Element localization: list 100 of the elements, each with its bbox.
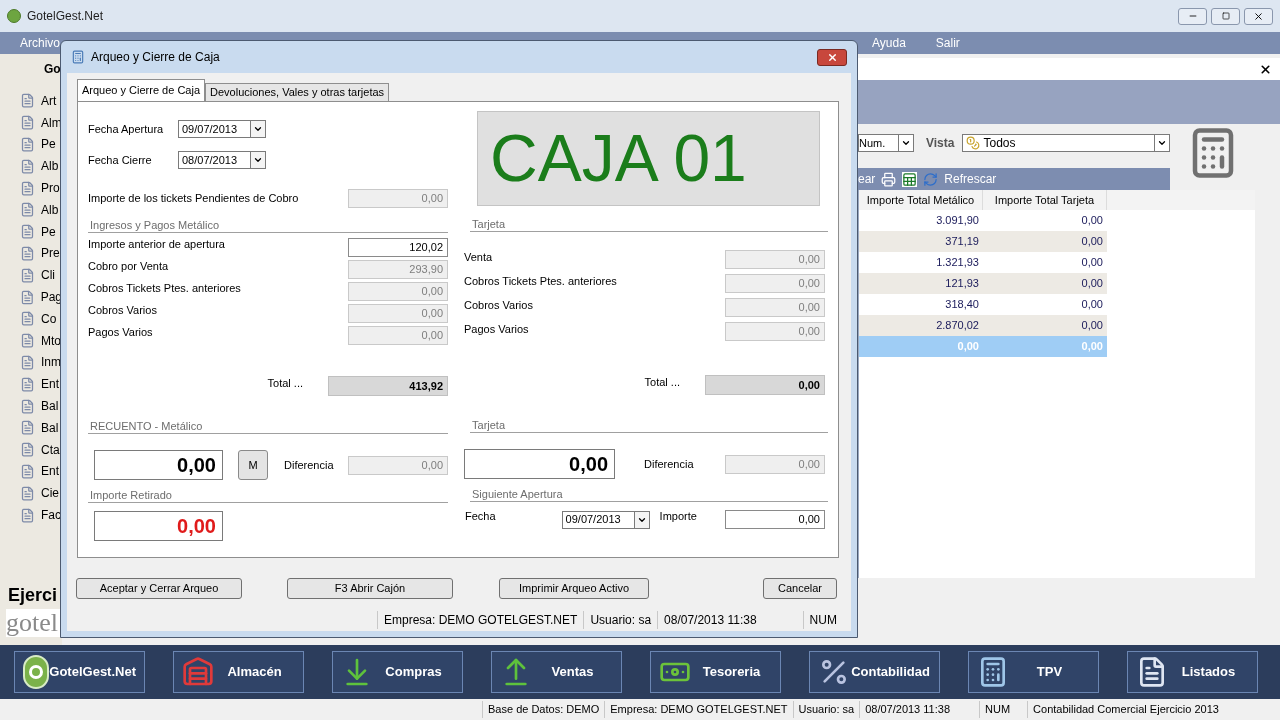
withdrawn-field[interactable]: 0,00 [94, 511, 223, 541]
sort-dropdown[interactable]: Num. [858, 134, 914, 152]
close-icon[interactable] [1259, 62, 1272, 76]
close-button[interactable] [1244, 7, 1273, 25]
status-text: 08/07/2013 11:38 [657, 611, 763, 629]
sidebar-item[interactable]: Mto [0, 329, 62, 352]
sidebar-item[interactable]: Co [0, 307, 62, 330]
table-cell-text: 0,00 [1080, 213, 1104, 229]
document-icon [20, 485, 35, 501]
field-label: Cobros Tickets Ptes. anteriores [464, 273, 617, 289]
sidebar-item[interactable]: Ent [0, 460, 62, 483]
table-cell-text: 0,00 [956, 339, 980, 355]
module-button[interactable]: Tesoreria [650, 651, 781, 693]
count-field[interactable]: 0,00 [94, 450, 223, 480]
close-button[interactable] [817, 48, 847, 66]
sidebar-item[interactable]: Alb [0, 155, 62, 178]
table-cell-text: 0,00 [1080, 339, 1104, 355]
view-dropdown[interactable]: Todos [962, 134, 1170, 152]
date-dropdown[interactable]: 08/07/2013 [178, 151, 266, 169]
total-field: 413,92 [328, 376, 448, 396]
sidebar-item[interactable]: Ent [0, 373, 62, 396]
field-label: Diferencia [284, 457, 334, 473]
module-button[interactable]: Ventas [491, 651, 622, 693]
count-field[interactable]: 0,00 [464, 449, 615, 479]
table-cell-text: 0,00 [1080, 234, 1104, 250]
sidebar-item[interactable]: Bal [0, 395, 62, 417]
document-icon [20, 224, 35, 240]
field-label: Importe de los tickets Pendientes de Cobro [88, 191, 299, 207]
cash-register-display: CAJA 01 [477, 111, 820, 206]
module-button[interactable]: GotelGest.Net [14, 651, 145, 693]
section-header: Tarjeta [470, 419, 828, 433]
dialog-button[interactable]: Aceptar y Cerrar Arqueo [76, 578, 242, 599]
field-label: Cobros Varios [88, 303, 157, 319]
field-label: Venta [464, 249, 493, 265]
sidebar-item[interactable]: Cta [0, 438, 62, 461]
sidebar-item[interactable]: Fac [0, 504, 62, 526]
document-icon [20, 137, 35, 152]
document-icon [20, 245, 35, 261]
spreadsheet-icon[interactable] [902, 171, 918, 187]
status-text: Base de Datos: DEMO [482, 701, 605, 718]
document-icon [20, 180, 35, 196]
sidebar-item[interactable]: Cie [0, 482, 62, 505]
sidebar-item[interactable]: Pe [0, 220, 62, 243]
dialog-title: Arqueo y Cierre de Caja [91, 49, 220, 66]
field-label: Fecha Cierre [88, 152, 153, 168]
module-button[interactable]: Contabilidad [809, 651, 940, 693]
amount-field[interactable]: 0,00 [725, 454, 825, 474]
sidebar-item[interactable]: Bal [0, 416, 62, 439]
status-text: Empresa: DEMO GOTELGEST.NET [604, 701, 793, 718]
amount-field[interactable]: 0,00 [725, 510, 825, 529]
print-icon[interactable] [881, 171, 897, 187]
total-label: Total ... [644, 375, 680, 391]
sidebar-item[interactable]: Alb [0, 199, 62, 221]
status-text: Usuario: sa [583, 611, 658, 629]
sidebar-item[interactable]: Pe [0, 133, 62, 156]
document-icon [20, 420, 35, 436]
table-cell-text: 2.870,02 [935, 318, 980, 334]
sidebar-item[interactable]: Art [0, 90, 62, 112]
minimize-button[interactable] [1178, 7, 1207, 25]
total-label: Total ... [267, 376, 303, 392]
sidebar-item[interactable]: Cli [0, 264, 62, 287]
document-icon [20, 463, 35, 479]
document-icon [20, 115, 35, 131]
sidebar-heading: Go [44, 61, 62, 78]
field-label: Importe anterior de apertura [88, 237, 225, 253]
sidebar-item[interactable]: Inm [0, 351, 62, 374]
dialog-button[interactable]: Imprimir Arqueo Activo [499, 578, 649, 599]
table-cell-text: 318,40 [944, 297, 980, 313]
module-button[interactable]: Compras [332, 651, 463, 693]
tab[interactable]: Arqueo y Cierre de Caja [77, 79, 205, 101]
coins-icon [966, 136, 981, 150]
field-label: Diferencia [644, 456, 694, 472]
dialog-button[interactable]: F3 Abrir Cajón [287, 578, 453, 599]
amount-field[interactable]: 120,02 [348, 238, 448, 257]
status-text: NUM [802, 611, 843, 629]
total-field: 0,00 [705, 375, 825, 395]
section-header: Importe Retirado [88, 489, 448, 503]
document-icon [20, 93, 35, 109]
table-cell-text: 0,00 [1080, 297, 1104, 313]
section-header: Tarjeta [470, 218, 828, 232]
table-cell-text: 1.321,93 [935, 255, 980, 271]
module-button[interactable]: TPV [968, 651, 1099, 693]
dialog-button[interactable]: Cancelar [763, 578, 837, 599]
m-button[interactable]: M [238, 450, 268, 480]
status-text: Contabilidad Comercial Ejercicio 2013 [1027, 701, 1224, 718]
date-dropdown[interactable]: 09/07/2013 [178, 120, 266, 138]
module-button[interactable]: Almacén [173, 651, 304, 693]
date-dropdown[interactable]: 09/07/2013 [561, 510, 650, 529]
sidebar-item[interactable]: Pro [0, 177, 62, 199]
field-label: Importe [659, 509, 697, 525]
sidebar-item[interactable]: Pre [0, 242, 62, 265]
amount-field[interactable]: 0,00 [348, 455, 448, 475]
tab[interactable]: Devoluciones, Vales y otras tarjetas [205, 83, 390, 101]
table-cell-text: 0,00 [1080, 255, 1104, 271]
table-cell-text: 371,19 [944, 234, 980, 250]
document-icon [20, 398, 35, 414]
document-icon [20, 267, 35, 283]
maximize-button[interactable] [1211, 7, 1240, 25]
module-button[interactable]: Listados [1127, 651, 1258, 693]
document-icon [20, 158, 35, 174]
